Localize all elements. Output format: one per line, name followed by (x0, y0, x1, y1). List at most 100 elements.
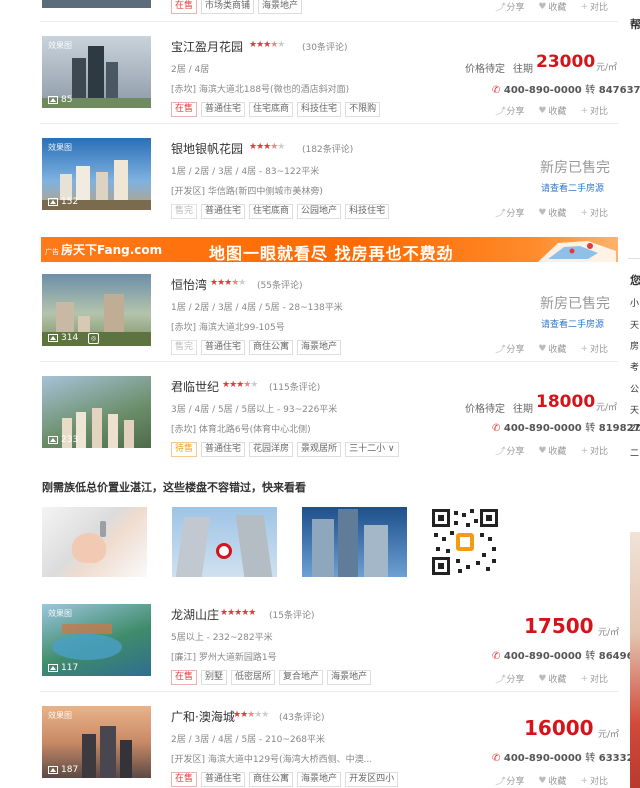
sidebar-link[interactable]: 房 (630, 339, 639, 352)
rating-stars: ★★★★★ (220, 608, 256, 618)
listing-photo[interactable]: 效果图 85 (42, 36, 151, 108)
sidebar-link[interactable]: 天 (630, 403, 639, 416)
share-button[interactable]: ⤴ 分享 (495, 104, 524, 117)
second-hand-link[interactable]: 请查看二手房源 (541, 181, 604, 194)
listing-item: 效果图 85 宝江盈月花园 ★★★★★ (30条评论) 2居 / 4居 [赤坎]… (40, 22, 640, 124)
sidebar-link[interactable]: 20 (630, 424, 640, 434)
listing-item: 233 君临世纪 ★★★★★ (115条评论) 3居 / 4居 / 5居 / 5… (40, 362, 640, 464)
image-icon (48, 664, 58, 672)
tag: 普通住宅 (201, 772, 246, 787)
listing-photo[interactable] (42, 0, 151, 8)
tag-list: 售完 普通住宅 商住公寓 海景地产 (171, 340, 342, 355)
sidebar-link[interactable]: 考 (630, 360, 639, 373)
favorite-button[interactable]: ♥ 收藏 (538, 0, 566, 14)
phone-number[interactable]: ✆ 400-890-0000 转 819827 (492, 419, 640, 434)
ad-banner[interactable]: 广告 房天下Fang.com 地图一眼就看尽 找房再也不费劲 (41, 237, 618, 262)
vr-icon[interactable]: ◎ (88, 333, 99, 344)
review-count[interactable]: (182条评论) (302, 142, 353, 155)
share-button[interactable]: ⤴ 分享 (495, 672, 524, 685)
sidebar-link[interactable]: 二 (630, 446, 639, 459)
phone-number[interactable]: ✆ 400-890-0000 转 864969 (492, 647, 640, 662)
share-icon: ⤴ (495, 209, 505, 219)
review-count[interactable]: (15条评论) (269, 608, 314, 621)
promo-image-hand-keys[interactable] (42, 507, 147, 577)
sidebar-section-title: 您 (630, 274, 640, 287)
phone-number[interactable]: ✆ 400-890-0000 转 847637 (492, 81, 640, 96)
listing-title[interactable]: 龙湖山庄 (171, 606, 219, 623)
action-bar: ⤴ 分享 ♥ 收藏 + 对比 (495, 0, 608, 14)
share-button[interactable]: ⤴ 分享 (495, 0, 524, 13)
second-hand-link[interactable]: 请查看二手房源 (541, 317, 604, 330)
share-button[interactable]: ⤴ 分享 (495, 206, 524, 219)
share-icon: ⤴ (495, 675, 505, 685)
compare-button[interactable]: + 对比 (580, 672, 608, 686)
compare-button[interactable]: + 对比 (580, 104, 608, 118)
phone-icon: ✆ (492, 753, 501, 764)
favorite-button[interactable]: ♥ 收藏 (538, 104, 566, 118)
address[interactable]: [赤坎] 海滨大道北99-105号 (171, 320, 285, 333)
address[interactable]: [开发区] 海滨大道中129号(海湾大桥西侧、中澳... (171, 752, 372, 765)
tag-list: 售完 普通住宅 住宅底商 公园地产 科技住宅 (171, 204, 390, 219)
tag: 售完 (171, 340, 198, 355)
image-icon (48, 766, 58, 774)
favorite-button[interactable]: ♥ 收藏 (538, 672, 566, 686)
compare-button[interactable]: + 对比 (580, 444, 608, 458)
listing-title[interactable]: 宝江盈月花园 (171, 38, 243, 55)
review-count[interactable]: (55条评论) (257, 278, 302, 291)
share-button[interactable]: ⤴ 分享 (495, 342, 524, 355)
share-button[interactable]: ⤴ 分享 (495, 774, 524, 787)
tag: 开发区四小 (345, 772, 399, 787)
listing-title[interactable]: 恒怡湾 (171, 276, 207, 293)
address[interactable]: [赤坎] 海滨大道北188号(微也的酒店斜对面) (171, 82, 349, 95)
listing-photo[interactable]: 233 (42, 376, 151, 448)
favorite-button[interactable]: ♥ 收藏 (538, 444, 566, 458)
favorite-button[interactable]: ♥ 收藏 (538, 206, 566, 220)
listing-photo[interactable]: 效果图 187 (42, 706, 151, 778)
phone-number[interactable]: ✆ 400-890-0000 转 633324 (492, 749, 640, 764)
tag-dropdown[interactable]: 三十二小 ∨ (345, 442, 399, 457)
tag: 公园地产 (297, 204, 342, 219)
address[interactable]: [开发区] 华信路(新四中侧城市美林旁) (171, 184, 323, 197)
share-icon: ⤴ (495, 447, 505, 457)
plus-icon: + (580, 673, 588, 684)
compare-button[interactable]: + 对比 (580, 0, 608, 14)
price-value: 23000 (536, 52, 596, 72)
compare-button[interactable]: + 对比 (580, 342, 608, 356)
listing-title[interactable]: 银地银帆花园 (171, 140, 243, 157)
listing-photo[interactable]: 效果图 117 (42, 604, 151, 676)
favorite-button[interactable]: ♥ 收藏 (538, 774, 566, 788)
favorite-button[interactable]: ♥ 收藏 (538, 342, 566, 356)
review-count[interactable]: (43条评论) (279, 710, 324, 723)
listing-title[interactable]: 君临世纪 (171, 378, 219, 395)
tag: 科技住宅 (297, 102, 342, 117)
listing-photo[interactable]: 314 ◎ (42, 274, 151, 346)
sidebar-link[interactable]: 公 (630, 382, 639, 395)
promo-image-skyscrapers[interactable] (302, 507, 407, 577)
right-sidebar: 帮 您 小 天 房 考 公 天 20 二 (626, 0, 640, 788)
review-count[interactable]: (115条评论) (269, 380, 320, 393)
tag: 住宅底商 (249, 102, 294, 117)
sidebar-link[interactable]: 天 (630, 318, 639, 331)
tag-list: 在售 普通住宅 商住公寓 海景地产 开发区四小 (171, 772, 399, 787)
address[interactable]: [赤坎] 体育北路6号(体育中心北侧) (171, 422, 311, 435)
sidebar-link[interactable]: 小 (630, 296, 639, 309)
tag-list: 在售 市场类商铺 海景地产 (171, 0, 303, 14)
action-bar: ⤴ 分享 ♥ 收藏 + 对比 (495, 104, 608, 118)
compare-button[interactable]: + 对比 (580, 774, 608, 788)
price-unit: 元/㎡ (596, 63, 618, 73)
sidebar-ad-image[interactable] (630, 532, 640, 788)
address[interactable]: [廉江] 罗州大道新园路1号 (171, 650, 277, 663)
price-unit: 元/㎡ (598, 628, 620, 638)
review-count[interactable]: (30条评论) (302, 40, 347, 53)
compare-button[interactable]: + 对比 (580, 206, 608, 220)
listing-photo[interactable]: 效果图 152 (42, 138, 151, 210)
qr-code-graphic (430, 507, 500, 577)
listing-item: 效果图 117 龙湖山庄 ★★★★★ (15条评论) 5居以上 - 232~28… (40, 590, 640, 692)
plus-icon: + (580, 445, 588, 456)
photo-tag: 效果图 (48, 609, 72, 618)
promo-title: 刚需族低总价置业湛江，这些楼盘不容错过，快来看看 (42, 481, 306, 494)
rating-stars: ★★★★★ (233, 710, 269, 720)
promo-image-towers-sign[interactable] (172, 507, 277, 577)
share-button[interactable]: ⤴ 分享 (495, 444, 524, 457)
listing-title[interactable]: 广和·澳海城 (171, 708, 235, 725)
